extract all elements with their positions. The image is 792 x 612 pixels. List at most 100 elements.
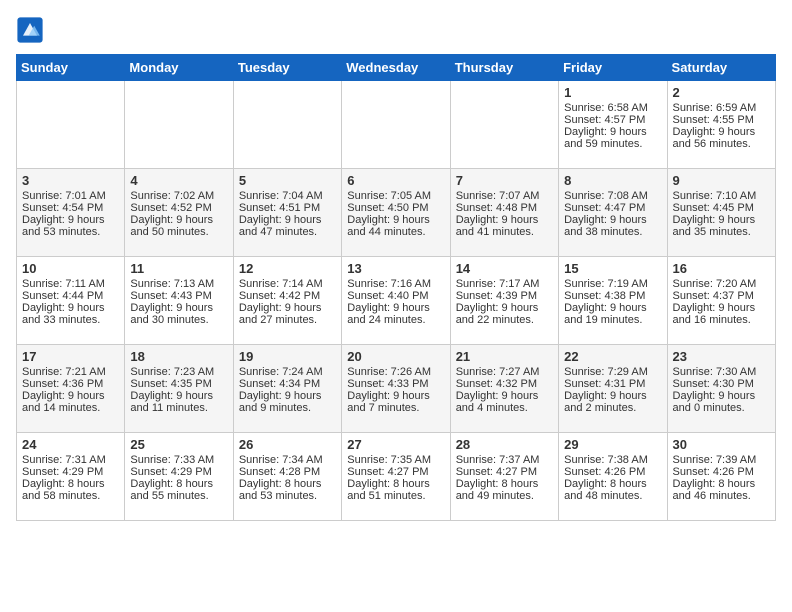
day-number: 5 [239,173,336,188]
day-number: 8 [564,173,661,188]
day-number: 19 [239,349,336,364]
day-info: Sunset: 4:30 PM [673,378,770,390]
day-info: Sunrise: 7:26 AM [347,366,444,378]
calendar-cell [125,81,233,169]
page-header [16,16,776,44]
calendar-cell: 6Sunrise: 7:05 AMSunset: 4:50 PMDaylight… [342,169,450,257]
calendar-cell: 8Sunrise: 7:08 AMSunset: 4:47 PMDaylight… [559,169,667,257]
calendar-week-4: 24Sunrise: 7:31 AMSunset: 4:29 PMDayligh… [17,433,776,521]
day-info: Sunset: 4:55 PM [673,114,770,126]
day-info: Daylight: 9 hours and 16 minutes. [673,302,770,326]
calendar-cell [450,81,558,169]
day-info: Sunrise: 7:17 AM [456,278,553,290]
day-number: 23 [673,349,770,364]
day-number: 27 [347,437,444,452]
day-info: Daylight: 9 hours and 24 minutes. [347,302,444,326]
day-info: Sunset: 4:38 PM [564,290,661,302]
day-number: 14 [456,261,553,276]
day-number: 26 [239,437,336,452]
day-info: Daylight: 9 hours and 38 minutes. [564,214,661,238]
day-info: Sunset: 4:34 PM [239,378,336,390]
calendar-body: 1Sunrise: 6:58 AMSunset: 4:57 PMDaylight… [17,81,776,521]
day-info: Sunset: 4:28 PM [239,466,336,478]
day-info: Sunrise: 7:23 AM [130,366,227,378]
calendar-cell: 5Sunrise: 7:04 AMSunset: 4:51 PMDaylight… [233,169,341,257]
day-info: Sunrise: 7:01 AM [22,190,119,202]
calendar-cell: 23 Sunrise: 7:30 AMSunset: 4:30 PMDayligh… [667,345,775,433]
day-info: Daylight: 9 hours and 0 minutes. [673,390,770,414]
day-info: Sunrise: 7:31 AM [22,454,119,466]
day-info: Sunrise: 7:08 AM [564,190,661,202]
day-info: Daylight: 8 hours and 58 minutes. [22,478,119,502]
day-info: Daylight: 8 hours and 48 minutes. [564,478,661,502]
day-info: Sunset: 4:50 PM [347,202,444,214]
calendar-cell: 24Sunrise: 7:31 AMSunset: 4:29 PMDayligh… [17,433,125,521]
day-info: Daylight: 9 hours and 4 minutes. [456,390,553,414]
header-tuesday: Tuesday [233,55,341,81]
day-number: 18 [130,349,227,364]
calendar-cell: 19 Sunrise: 7:24 AMSunset: 4:34 PMDayligh… [233,345,341,433]
calendar-cell: 30Sunrise: 7:39 AMSunset: 4:26 PMDayligh… [667,433,775,521]
day-number: 17 [22,349,119,364]
calendar-cell: 26Sunrise: 7:34 AMSunset: 4:28 PMDayligh… [233,433,341,521]
day-info: Sunset: 4:31 PM [564,378,661,390]
day-number: 20 [347,349,444,364]
day-info: Daylight: 9 hours and 27 minutes. [239,302,336,326]
calendar-cell: 20 Sunrise: 7:26 AMSunset: 4:33 PMDayligh… [342,345,450,433]
day-info: Sunset: 4:33 PM [347,378,444,390]
day-info: Sunrise: 7:30 AM [673,366,770,378]
day-info: Sunrise: 7:34 AM [239,454,336,466]
day-number: 11 [130,261,227,276]
day-info: Daylight: 9 hours and 7 minutes. [347,390,444,414]
day-info: Sunrise: 7:10 AM [673,190,770,202]
calendar-cell: 10Sunrise: 7:11 AMSunset: 4:44 PMDayligh… [17,257,125,345]
day-info: Daylight: 8 hours and 49 minutes. [456,478,553,502]
day-info: Daylight: 9 hours and 59 minutes. [564,126,661,150]
day-number: 13 [347,261,444,276]
day-info: Sunset: 4:40 PM [347,290,444,302]
calendar-cell: 12 Sunrise: 7:14 AMSunset: 4:42 PMDayligh… [233,257,341,345]
header-monday: Monday [125,55,233,81]
day-number: 2 [673,85,770,100]
calendar-header: Sunday Monday Tuesday Wednesday Thursday… [17,55,776,81]
day-info: Daylight: 9 hours and 14 minutes. [22,390,119,414]
day-info: Sunrise: 7:16 AM [347,278,444,290]
day-info: Sunset: 4:26 PM [564,466,661,478]
day-info: Daylight: 9 hours and 9 minutes. [239,390,336,414]
day-number: 7 [456,173,553,188]
day-info: Daylight: 9 hours and 2 minutes. [564,390,661,414]
day-info: Daylight: 8 hours and 51 minutes. [347,478,444,502]
calendar-cell: 7Sunrise: 7:07 AMSunset: 4:48 PMDaylight… [450,169,558,257]
header-row: Sunday Monday Tuesday Wednesday Thursday… [17,55,776,81]
day-number: 1 [564,85,661,100]
day-info: Daylight: 9 hours and 44 minutes. [347,214,444,238]
day-info: Sunrise: 7:38 AM [564,454,661,466]
day-number: 10 [22,261,119,276]
day-info: Sunset: 4:42 PM [239,290,336,302]
logo [16,16,48,44]
day-number: 12 [239,261,336,276]
day-info: Sunrise: 7:07 AM [456,190,553,202]
header-sunday: Sunday [17,55,125,81]
day-info: Sunset: 4:48 PM [456,202,553,214]
day-number: 3 [22,173,119,188]
day-number: 24 [22,437,119,452]
calendar-cell: 4Sunrise: 7:02 AMSunset: 4:52 PMDaylight… [125,169,233,257]
day-info: Daylight: 9 hours and 22 minutes. [456,302,553,326]
day-info: Sunset: 4:52 PM [130,202,227,214]
day-number: 6 [347,173,444,188]
day-info: Sunrise: 6:59 AM [673,102,770,114]
calendar-cell: 21Sunrise: 7:27 AMSunset: 4:32 PMDayligh… [450,345,558,433]
calendar-cell [17,81,125,169]
day-info: Sunrise: 7:37 AM [456,454,553,466]
calendar-table: Sunday Monday Tuesday Wednesday Thursday… [16,54,776,521]
calendar-cell [342,81,450,169]
day-number: 22 [564,349,661,364]
day-info: Sunrise: 7:11 AM [22,278,119,290]
calendar-cell: 18Sunrise: 7:23 AMSunset: 4:35 PMDayligh… [125,345,233,433]
day-info: Sunrise: 7:14 AM [239,278,336,290]
calendar-cell: 28Sunrise: 7:37 AMSunset: 4:27 PMDayligh… [450,433,558,521]
day-info: Daylight: 9 hours and 19 minutes. [564,302,661,326]
day-number: 28 [456,437,553,452]
day-info: Sunrise: 7:24 AM [239,366,336,378]
